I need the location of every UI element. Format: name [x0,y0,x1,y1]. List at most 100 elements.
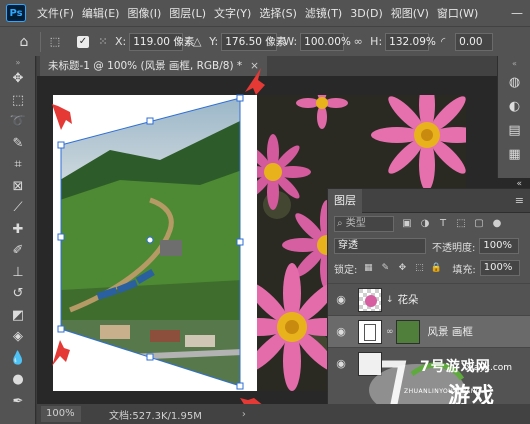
angle-icon[interactable]: ◜ [435,34,451,50]
filter-smart-object-icon[interactable]: ▢ [472,217,486,231]
layers-tab[interactable]: 图层 [328,188,362,213]
filter-adjustment-icon[interactable]: ◑ [418,217,432,231]
lock-label: 锁定: [334,264,358,276]
layer-name[interactable]: 花朵 [398,292,419,307]
lock-artboard-icon[interactable]: ⬚ [412,261,426,275]
lock-image-icon[interactable]: ✎ [378,261,392,275]
blur-tool-icon[interactable]: 💧 [0,348,36,370]
x-label: X: [115,35,127,48]
dock-collapse-icon[interactable]: « [498,56,530,70]
link-icon[interactable]: ∞ [350,34,366,50]
clone-stamp-tool-icon[interactable]: ⊥ [0,262,36,284]
layer-row-selected[interactable]: ◉ ∞ 风景 画框 [328,315,530,347]
healing-brush-tool-icon[interactable]: ✚ [0,219,36,241]
panel-collapse-icon[interactable]: « [516,179,522,189]
document-info: 文档:527.3K/1.95M [109,410,202,422]
layer-row[interactable]: ◉ ↓ 花朵 [328,283,530,315]
frame-thumbnail [358,319,382,344]
color-wheel-icon[interactable]: ◍ [498,70,530,94]
layer-filter-type: 类型 [345,218,366,229]
status-bar: 100% 文档:527.3K/1.95M › [37,404,530,424]
menu-3d[interactable]: 3D(D) [347,7,386,20]
history-brush-tool-icon[interactable]: ↺ [0,283,36,305]
brush-tool-icon[interactable]: ✐ [0,240,36,262]
layers-panel-header: 图层 ≡ [328,188,530,213]
transform-select-icon[interactable]: ⬚ [47,34,63,50]
document-tab-title: 未标题-1 @ 100% (风景 画框, RGB/8) * [48,60,243,72]
frame-tool-icon[interactable]: ⊠ [0,176,36,198]
filter-shape-icon[interactable]: ⬚ [454,217,468,231]
gradient-tool-icon[interactable]: ◈ [0,326,36,348]
eye-icon[interactable]: ◉ [334,293,348,307]
crop-tool-icon[interactable]: ⌗ [0,154,36,176]
home-icon[interactable]: ⌂ [14,32,34,52]
document-tab[interactable]: 未标题-1 @ 100% (风景 画框, RGB/8) * × [40,56,267,76]
swatches-icon[interactable]: ▦ [498,142,530,166]
reference-point-checkbox[interactable]: ✓ [77,35,89,48]
angle-field[interactable]: 0.00 [455,32,494,51]
menu-edit[interactable]: 编辑(E) [79,5,123,21]
layer-thumbnail [358,287,382,312]
marquee-tool-icon[interactable]: ⬚ [0,90,36,112]
menu-layer[interactable]: 图层(L) [166,5,209,21]
fill-field[interactable]: 100% [479,260,520,276]
layer-filter-select[interactable]: ⌕ 类型 [334,216,394,232]
reference-point-icon[interactable]: ⁙ [95,34,111,50]
menu-filter[interactable]: 滤镜(T) [302,5,345,21]
w-field[interactable]: 100.00% [300,32,351,51]
lock-row: 锁定: ▦ ✎ ✥ ⬚ 🔒 填充: 100% [328,257,530,279]
zoom-field[interactable]: 100% [41,406,81,422]
layer-filter-row: ⌕ 类型 ▣ ◑ T ⬚ ▢ ● [328,213,530,235]
delta-icon[interactable]: △ [189,34,205,50]
y-label: Y: [209,35,219,48]
menu-window[interactable]: 窗口(W) [434,5,481,21]
options-bar: ⌂ ⬚ ✓ ⁙ X: 119.00 像素 △ Y: 176.50 像素 W: 1… [0,26,530,56]
eye-icon[interactable]: ◉ [334,357,348,371]
move-tool-icon[interactable]: ✥ [0,68,36,90]
menu-file[interactable]: 文件(F) [34,5,77,21]
opacity-label: 不透明度: [432,242,476,254]
lock-all-icon[interactable]: 🔒 [429,261,443,275]
filter-toggle-icon[interactable]: ● [490,217,504,231]
panel-dock: « ◍ ◐ ▤ ▦ [497,56,530,178]
opacity-field[interactable]: 100% [479,238,520,254]
menu-select[interactable]: 选择(S) [256,5,300,21]
dodge-tool-icon[interactable]: ● [0,369,36,391]
adjustments-icon[interactable]: ◐ [498,94,530,118]
status-menu-arrow[interactable]: › [242,409,246,420]
menu-view[interactable]: 视图(V) [388,5,432,21]
panel-menu-icon[interactable]: ≡ [515,194,524,207]
x-field[interactable]: 119.00 像素 [129,32,194,51]
eye-icon[interactable]: ◉ [334,325,348,339]
quick-select-tool-icon[interactable]: ✎ [0,133,36,155]
libraries-icon[interactable]: ▤ [498,118,530,142]
eraser-tool-icon[interactable]: ◩ [0,305,36,327]
pen-tool-icon[interactable]: ✒ [0,391,36,413]
layer-thumbnail [395,319,420,344]
opacity-value: 100% [483,240,512,251]
watermark-url: xiayx.com [466,363,513,373]
photoshop-logo: Ps [6,4,26,22]
tools-panel: » ✥ ⬚ ➰ ✎ ⌗ ⊠ ⟋ ✚ ✐ ⊥ ↺ ◩ ◈ 💧 ● ✒ [0,56,36,424]
close-tab-icon[interactable]: × [250,60,259,72]
filter-pixel-icon[interactable]: ▣ [400,217,414,231]
filter-type-icon[interactable]: T [436,217,450,231]
minimize-icon[interactable]: — [508,4,526,22]
lock-transparent-icon[interactable]: ▦ [361,261,375,275]
y-field[interactable]: 176.50 像素 [221,32,286,51]
lock-position-icon[interactable]: ✥ [395,261,409,275]
toolbar-collapse-icon[interactable]: » [0,56,36,68]
eyedropper-tool-icon[interactable]: ⟋ [0,197,36,219]
blend-row: 穿透 不透明度: 100% [328,235,530,257]
menu-type[interactable]: 文字(Y) [211,5,254,21]
blend-mode-value: 穿透 [338,240,358,251]
h-field[interactable]: 132.09% [385,32,436,51]
layer-name[interactable]: 风景 画框 [428,324,473,339]
h-label: H: [370,35,383,48]
lasso-tool-icon[interactable]: ➰ [0,111,36,133]
document-tabs: 未标题-1 @ 100% (风景 画框, RGB/8) * × [37,56,530,76]
menu-bar: Ps 文件(F) 编辑(E) 图像(I) 图层(L) 文字(Y) 选择(S) 滤… [0,0,530,26]
blend-mode-select[interactable]: 穿透 [334,238,426,254]
menu-image[interactable]: 图像(I) [124,5,164,21]
fill-value: 100% [483,262,513,273]
